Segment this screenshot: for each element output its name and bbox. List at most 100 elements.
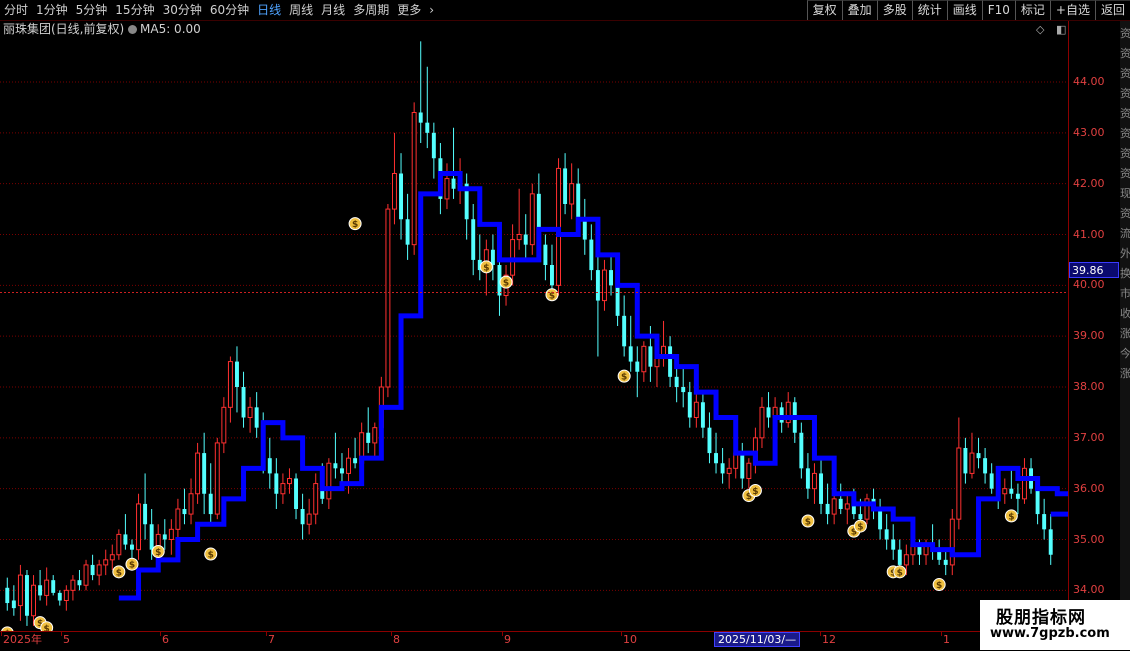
candle-body xyxy=(136,503,141,551)
date-label: 12 xyxy=(822,633,836,646)
candle-body xyxy=(1009,488,1014,494)
toolbar-button-4[interactable]: 画线 xyxy=(946,0,982,20)
price-label: 44.00 xyxy=(1073,75,1105,88)
candle-body xyxy=(96,564,102,576)
candle-body xyxy=(227,361,233,408)
candle-body xyxy=(392,173,397,210)
tab-period-5[interactable]: 60分钟 xyxy=(206,0,253,20)
money-bag-icon-glyph: $ xyxy=(805,518,811,528)
candle-body xyxy=(563,168,568,204)
candle-body xyxy=(214,442,220,515)
candle-body xyxy=(897,549,902,565)
candle-body xyxy=(385,208,391,388)
candle-body xyxy=(405,219,410,245)
candle-body xyxy=(550,265,554,286)
tab-period-1[interactable]: 1分钟 xyxy=(32,0,72,20)
candle-body xyxy=(700,402,705,428)
toolbar-button-8[interactable]: 返回 xyxy=(1094,0,1130,20)
candle-body xyxy=(622,315,627,347)
candle-body xyxy=(589,239,594,271)
tab-period-3[interactable]: 15分钟 xyxy=(111,0,158,20)
money-bag-icon-glyph: $ xyxy=(503,279,509,289)
tab-period-0[interactable]: 分时 xyxy=(0,0,32,20)
right-info-strip[interactable]: 资资资资资资资资现资流外换市收涨今涨 xyxy=(1120,21,1130,631)
toolbar-button-3[interactable]: 统计 xyxy=(911,0,947,20)
chevron-right-icon[interactable]: › xyxy=(425,0,438,20)
candle-body xyxy=(274,473,279,494)
money-bag-icon-glyph: $ xyxy=(44,624,50,631)
candle-body xyxy=(247,406,253,419)
kline-chart[interactable]: $$$$$$$$$$$$$$$$$$$$$ xyxy=(0,21,1080,640)
diamond-icon[interactable]: ◇ xyxy=(1036,23,1044,36)
candle-body xyxy=(831,498,837,515)
toolbar-button-2[interactable]: 多股 xyxy=(876,0,912,20)
date-label: 7 xyxy=(268,633,275,646)
candle-body xyxy=(1022,467,1027,500)
candle-body xyxy=(123,534,128,545)
panel-toggle-icon[interactable]: ◧ xyxy=(1056,23,1066,36)
toolbar-button-6[interactable]: 标记 xyxy=(1014,0,1050,20)
candle-body xyxy=(523,234,528,245)
candle-body xyxy=(956,447,962,520)
candle-body xyxy=(556,167,561,286)
strip-label: 市 xyxy=(1120,287,1130,300)
candle-body xyxy=(1002,488,1008,495)
candle-body xyxy=(372,427,378,444)
candle-body xyxy=(195,452,201,495)
candle-body xyxy=(805,468,810,489)
price-axis: 44.00 43.00 42.00 41.00 40.00 39.00 38.00 37.00… xyxy=(1068,21,1121,631)
tab-period-8[interactable]: 月线 xyxy=(317,0,349,20)
date-label: 8 xyxy=(393,633,400,646)
period-tabs: 分时 1分钟 5分钟 15分钟 30分钟 60分钟 日线 周线 月线 多周期 更多 › xyxy=(0,0,438,20)
strip-label: 资 xyxy=(1120,127,1130,140)
candle-body xyxy=(740,453,745,479)
candle-body xyxy=(254,407,259,428)
candle-body xyxy=(116,533,122,556)
price-label: 39.00 xyxy=(1073,329,1105,343)
money-bag-icon-glyph: $ xyxy=(483,263,489,273)
candle-body xyxy=(77,580,82,586)
money-bag-icon-glyph: $ xyxy=(116,568,122,578)
candle-body xyxy=(516,234,522,241)
tab-period-6[interactable]: 日线 xyxy=(253,0,285,20)
toolbar-button-0[interactable]: 复权 xyxy=(806,0,842,20)
candle-body xyxy=(720,463,725,474)
candle-body xyxy=(90,564,95,576)
candle-body xyxy=(969,452,975,474)
strip-label: 现 xyxy=(1120,187,1130,200)
toolbar-button-5[interactable]: F10 xyxy=(981,0,1015,20)
tab-period-9[interactable]: 多周期 xyxy=(349,0,393,20)
candle-body xyxy=(399,173,403,220)
date-label: 2025年 xyxy=(3,633,42,646)
money-bag-icon-glyph: $ xyxy=(897,568,903,578)
toolbar-button-7[interactable]: +自选 xyxy=(1049,0,1095,20)
date-tick-mark xyxy=(820,632,821,636)
candle-body xyxy=(1042,514,1047,530)
candle-body xyxy=(963,448,968,474)
date-tick-mark xyxy=(61,632,62,636)
candle-body xyxy=(471,219,476,260)
toggle-circle-icon[interactable] xyxy=(128,25,137,34)
candle-body xyxy=(300,509,305,525)
candle-body xyxy=(451,178,456,189)
tab-period-4[interactable]: 30分钟 xyxy=(159,0,206,20)
candle-body xyxy=(103,559,109,566)
candle-body xyxy=(287,478,292,485)
tab-period-2[interactable]: 5分钟 xyxy=(72,0,112,20)
ma5-label: MA5: 0.00 xyxy=(140,22,201,36)
strip-label: 涨 xyxy=(1120,367,1130,380)
candle-body xyxy=(25,575,29,616)
toolbar-button-1[interactable]: 叠加 xyxy=(841,0,877,20)
strip-label: 资 xyxy=(1120,47,1130,60)
money-bag-icon-glyph: $ xyxy=(621,373,627,383)
candle-body xyxy=(326,462,332,500)
tab-period-7[interactable]: 周线 xyxy=(285,0,317,20)
chart-corner-icons: ◇ ◧ xyxy=(1036,23,1066,36)
money-bag-icon-glyph: $ xyxy=(752,487,758,497)
candle-body xyxy=(693,401,699,418)
kline-chart-svg: $$$$$$$$$$$$$$$$$$$$$ xyxy=(0,41,1080,640)
tab-period-10[interactable]: 更多 xyxy=(393,0,425,20)
candle-body xyxy=(569,183,575,205)
ma5-indicator[interactable]: MA5: 0.00 xyxy=(128,22,201,36)
candle-body xyxy=(31,584,36,617)
